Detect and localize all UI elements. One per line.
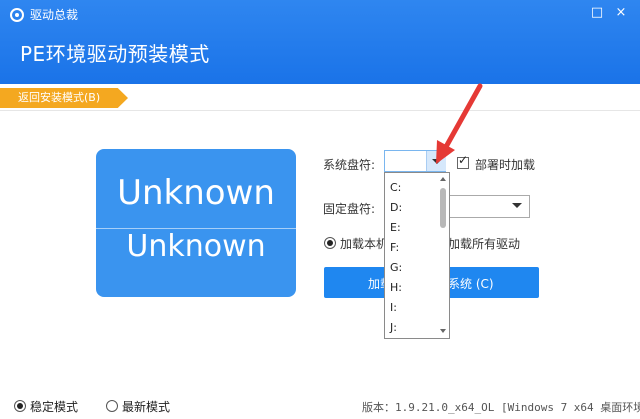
red-pointer-arrow-icon: [436, 83, 483, 164]
version-text: 版本：1.9.21.0_x64_OL [Windows 7 x64 桌面环境]: [362, 401, 640, 414]
stable-mode-radio[interactable]: [14, 400, 26, 412]
stable-mode-label: 稳定模式: [30, 400, 79, 414]
latest-mode-radio[interactable]: [106, 400, 118, 412]
latest-mode-label: 最新模式: [122, 400, 171, 414]
